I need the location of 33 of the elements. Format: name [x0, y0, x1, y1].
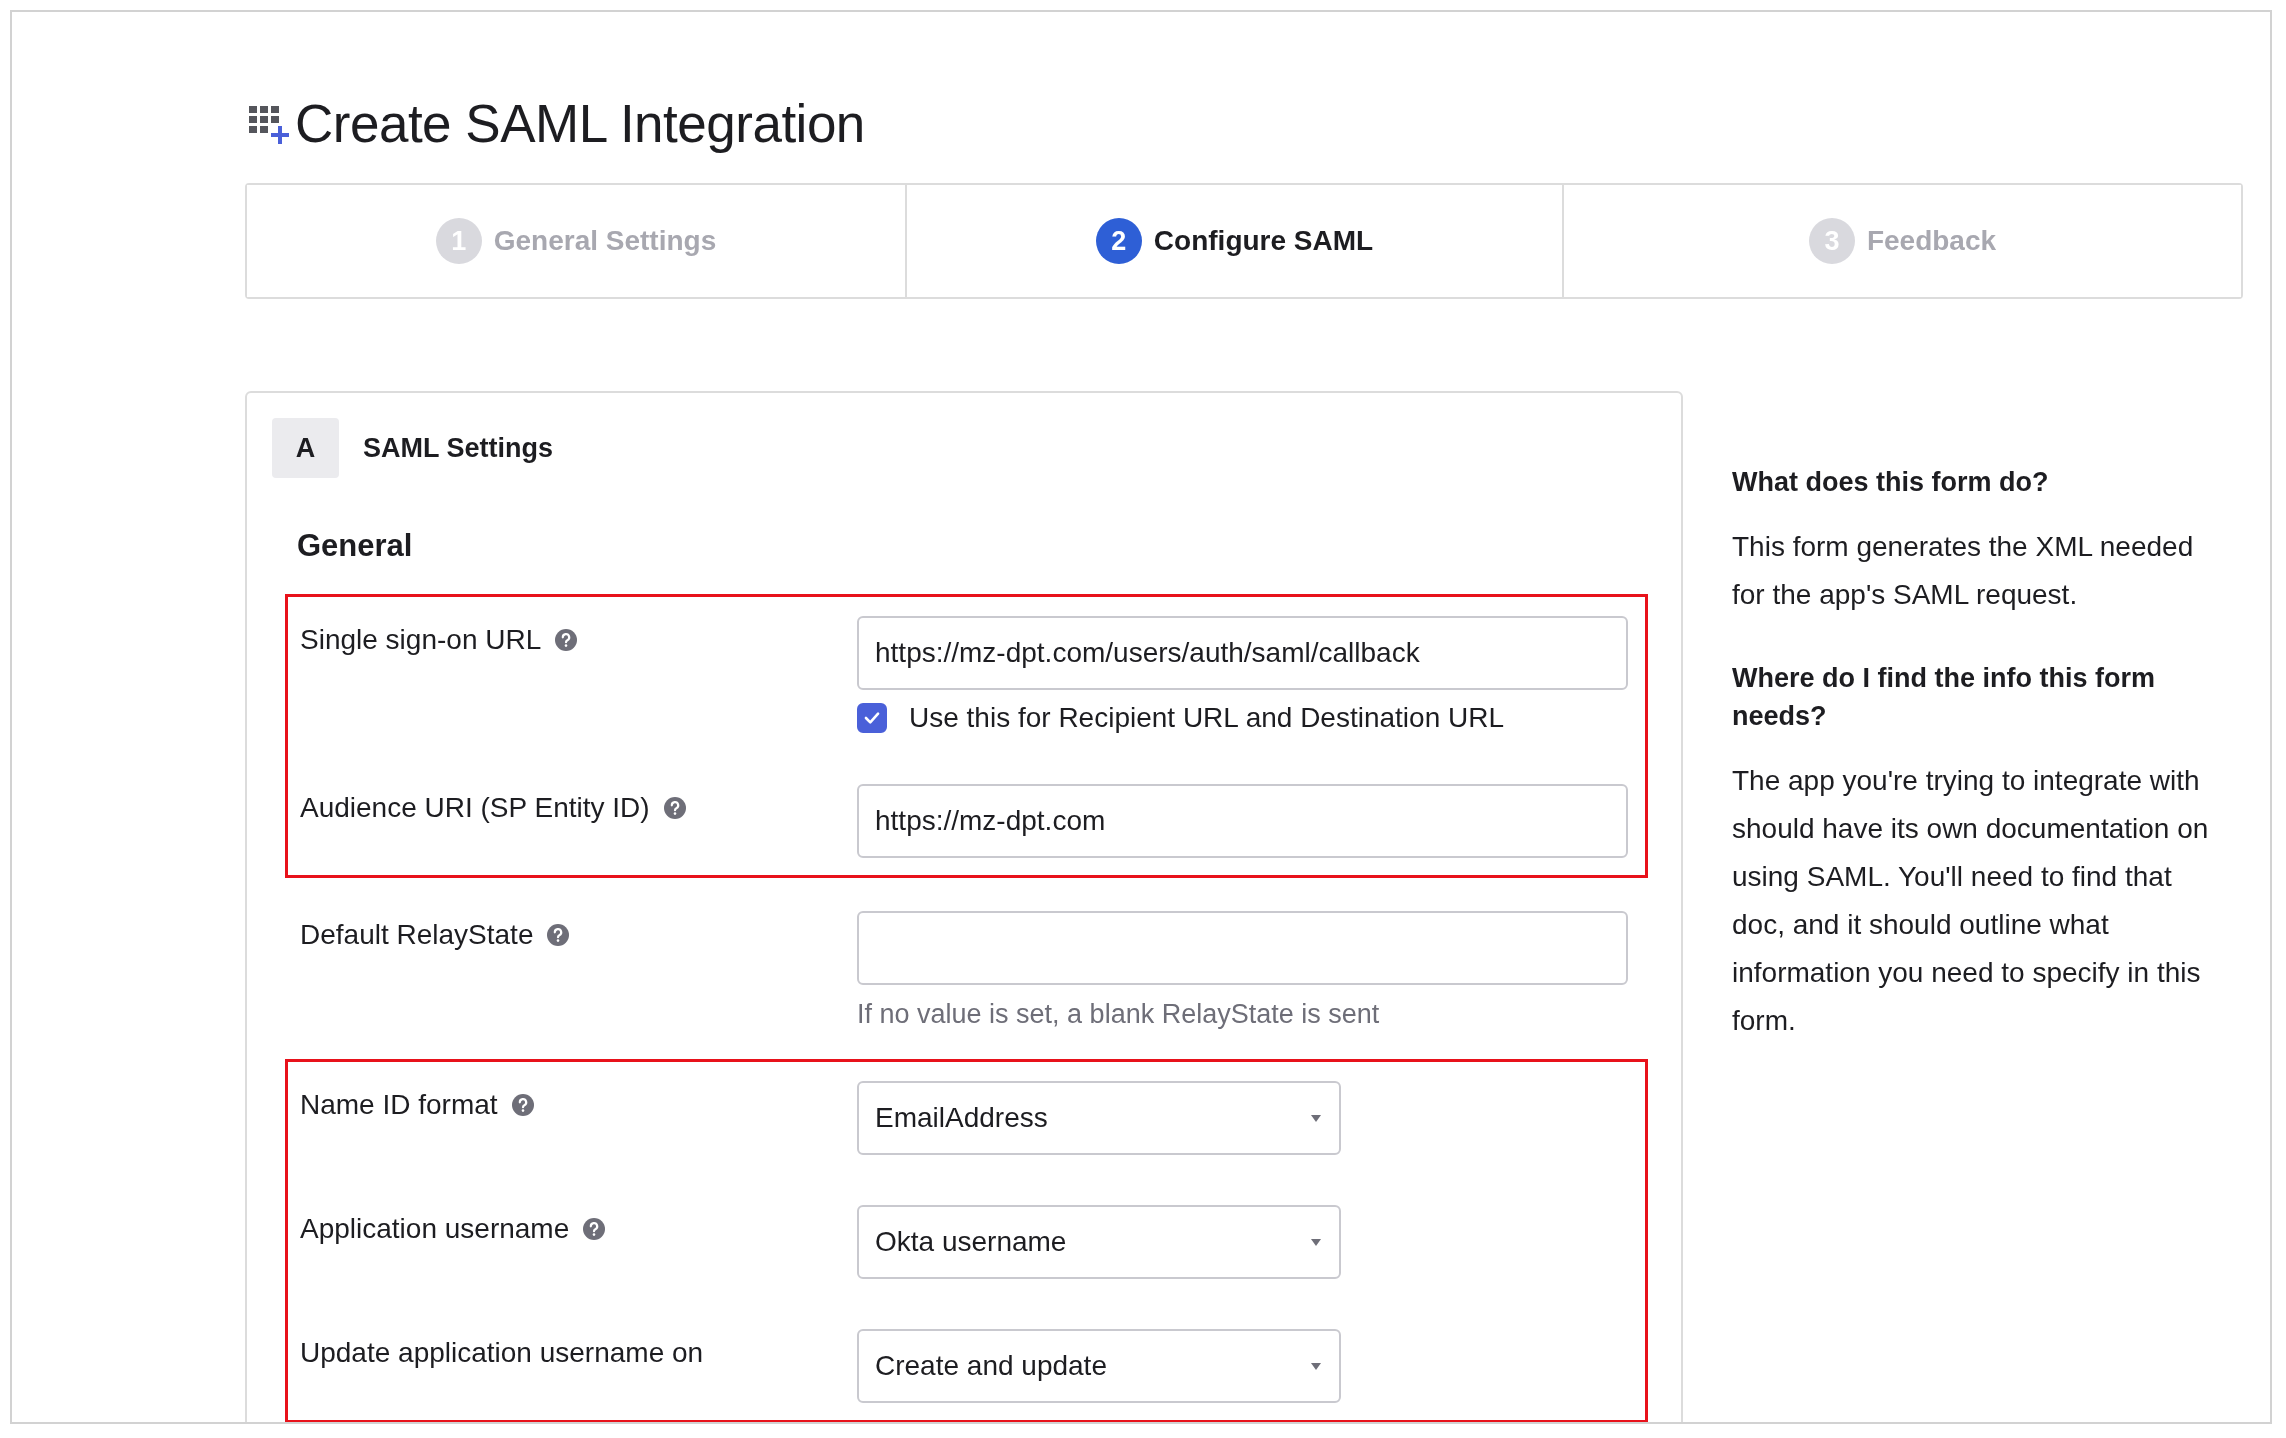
help-heading: Where do I find the info this form needs?	[1732, 662, 2156, 733]
text-field[interactable]: https://mz-dpt.com/users/auth/saml/callback	[857, 616, 1628, 690]
dropdown[interactable]: EmailAddress	[857, 1081, 1341, 1155]
help-text: The app you're trying to integrate with should have its own documentation on using SAML. You'll need to find that doc, and it should outline what information you need to specify in this form.	[1732, 764, 2210, 1038]
dropdown[interactable]: Create and update	[857, 1329, 1341, 1403]
field-label: Audience URI (SP Entity ID)	[300, 792, 650, 824]
field-label: Application username	[300, 1213, 570, 1245]
field-hint: If no value is set, a blank RelayState is sent	[857, 999, 1381, 1030]
help-icon[interactable]	[663, 797, 686, 819]
section-letter: A	[272, 418, 339, 478]
checkbox[interactable]	[857, 703, 887, 733]
caret-icon	[1309, 1113, 1323, 1123]
field-label: Default RelayState	[300, 919, 534, 951]
section-title: SAML Settings	[363, 432, 553, 464]
field-label: Name ID format	[300, 1089, 498, 1121]
subsection-heading: General	[297, 528, 414, 564]
step-number: 2	[1095, 218, 1142, 264]
checkbox-label: Use this for Recipient URL and Destination URL	[909, 702, 1504, 734]
field-label: Update application username on	[300, 1337, 704, 1369]
help-heading: What does this form do?	[1732, 466, 2050, 499]
help-text: This form generates the XML needed for the app's SAML request.	[1732, 530, 2195, 612]
page-title: Create SAML Integration	[295, 92, 865, 154]
help-icon[interactable]	[511, 1094, 534, 1116]
text-field[interactable]	[857, 911, 1628, 985]
help-icon[interactable]	[583, 1218, 606, 1240]
help-icon[interactable]	[547, 924, 570, 946]
caret-icon	[1309, 1361, 1323, 1371]
text-field[interactable]: https://mz-dpt.com	[857, 784, 1628, 858]
help-icon[interactable]	[555, 629, 578, 651]
caret-icon	[1309, 1237, 1323, 1247]
field-label: Single sign-on URL	[300, 624, 542, 656]
dropdown[interactable]: Okta username	[857, 1205, 1341, 1279]
step-label[interactable]: Configure SAML	[1153, 225, 1374, 257]
